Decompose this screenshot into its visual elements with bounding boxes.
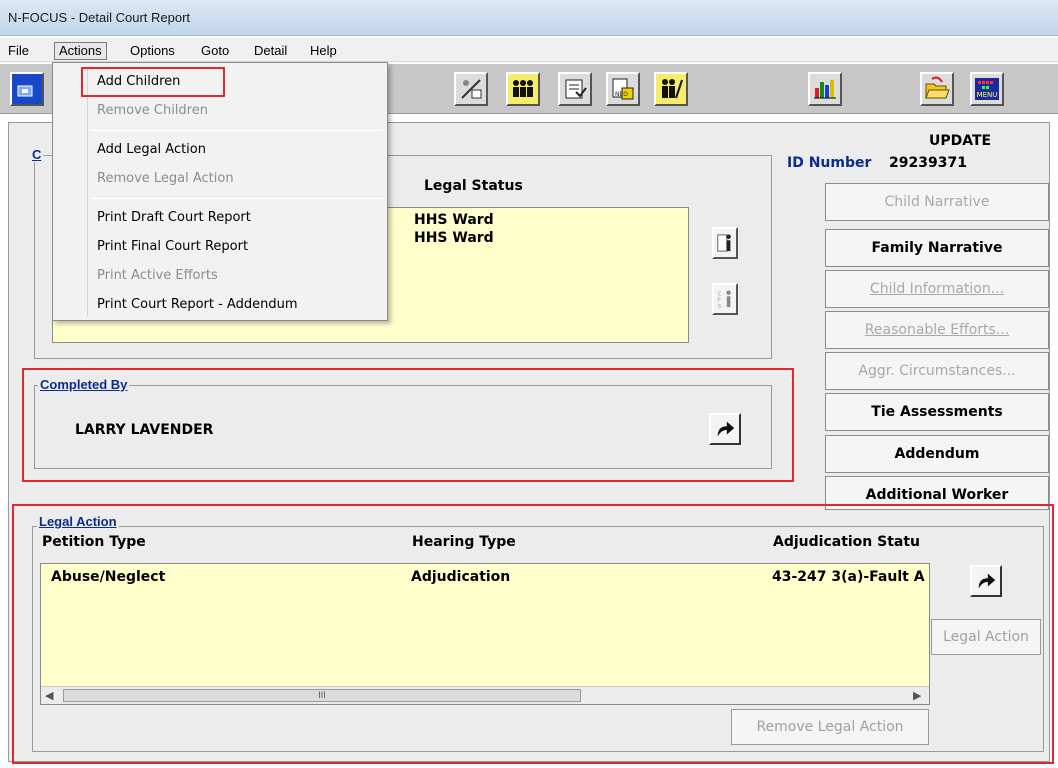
tools-icon[interactable] (454, 72, 488, 106)
menu-bar: File Actions Options Goto Detail Help (0, 38, 1058, 62)
menu-item-print-draft-court-report[interactable]: Print Draft Court Report (97, 210, 251, 225)
person-info-button[interactable] (712, 227, 738, 259)
menu-separator (91, 198, 383, 199)
family-icon[interactable] (654, 72, 688, 106)
completed-by-name: LARRY LAVENDER (75, 422, 214, 438)
people-group-icon[interactable] (506, 72, 540, 106)
petition-type-header: Petition Type (42, 534, 146, 550)
adjudication-status-header: Adjudication Statu (773, 534, 921, 550)
scroll-thumb[interactable]: III (63, 689, 581, 702)
menu-detail[interactable]: Detail (250, 42, 291, 60)
id-number-label: ID Number (787, 155, 872, 171)
menu-item-print-active-efforts[interactable]: Print Active Efforts (97, 268, 218, 283)
curved-arrow-icon (978, 573, 996, 589)
menu-item-add-legal-action[interactable]: Add Legal Action (97, 142, 206, 157)
svg-text:C: C (718, 291, 722, 297)
open-folder-icon[interactable] (920, 72, 954, 106)
addendum-button[interactable]: Addendum (825, 435, 1049, 473)
menu-goto[interactable]: Goto (197, 42, 233, 60)
additional-worker-button[interactable]: Additional Worker (825, 476, 1049, 510)
menu-help[interactable]: Help (306, 42, 341, 60)
legal-action-button[interactable]: Legal Action (931, 619, 1041, 655)
mode-label: UPDATE (929, 133, 992, 149)
child-row-legal-status: HHS Ward (414, 230, 494, 246)
menu-file[interactable]: File (4, 42, 33, 60)
horizontal-scrollbar[interactable]: ◀ III ▶ (41, 686, 929, 704)
hearing-type-header: Hearing Type (412, 534, 516, 550)
menu-item-remove-children[interactable]: Remove Children (97, 103, 208, 118)
id-number-value: 29239371 (889, 155, 967, 171)
aggr-circumstances-button[interactable]: Aggr. Circumstances... (825, 352, 1049, 390)
tie-assessments-button[interactable]: Tie Assessments (825, 393, 1049, 431)
completed-by-arrow-button[interactable] (709, 413, 741, 445)
family-narrative-button[interactable]: Family Narrative (825, 229, 1049, 267)
adjudication-status-cell: 43-247 3(a)-Fault A (772, 569, 925, 585)
menu-gutter (87, 67, 88, 317)
neo-info-icon[interactable]: NEO (606, 72, 640, 106)
menu-item-remove-legal-action[interactable]: Remove Legal Action (97, 171, 234, 186)
remove-legal-action-button[interactable]: Remove Legal Action (731, 709, 929, 745)
menu-icon[interactable]: MENU (970, 72, 1004, 106)
svg-text:F: F (718, 298, 721, 304)
child-row-legal-status: HHS Ward (414, 212, 494, 228)
cfs-info-icon: CFS (718, 290, 731, 310)
curved-arrow-icon (717, 421, 735, 437)
children-group-legend: C (30, 147, 44, 162)
legal-action-list[interactable]: Abuse/Neglect Adjudication 43-247 3(a)-F… (40, 563, 930, 705)
menu-actions[interactable]: Actions (54, 42, 107, 60)
cfs-info-button[interactable]: CFS (712, 283, 738, 315)
menu-item-print-court-report-addendum[interactable]: Print Court Report - Addendum (97, 297, 298, 312)
checklist-icon[interactable] (558, 72, 592, 106)
completed-by-legend: Completed By (38, 377, 130, 392)
child-narrative-button[interactable]: Child Narrative (825, 183, 1049, 221)
person-info-icon (717, 234, 731, 252)
menu-options[interactable]: Options (126, 42, 179, 60)
menu-separator (91, 130, 383, 131)
hearing-type-cell: Adjudication (411, 569, 511, 585)
legal-action-legend: Legal Action (37, 514, 119, 529)
svg-text:NEO: NEO (615, 91, 628, 98)
petition-type-cell: Abuse/Neglect (51, 569, 166, 585)
menu-item-print-final-court-report[interactable]: Print Final Court Report (97, 239, 248, 254)
menu-item-add-children[interactable]: Add Children (97, 74, 180, 89)
child-information-button[interactable]: Child Information... (825, 270, 1049, 308)
table-row[interactable]: Abuse/Neglect Adjudication 43-247 3(a)-F… (41, 564, 929, 684)
svg-text:S: S (718, 304, 722, 310)
window-title: N-FOCUS - Detail Court Report (8, 10, 191, 25)
window-icon[interactable] (10, 72, 44, 106)
menu-icon-label: MENU (977, 91, 998, 99)
bar-chart-icon[interactable] (808, 72, 842, 106)
legal-status-header: Legal Status (424, 178, 523, 194)
title-bar: N-FOCUS - Detail Court Report (0, 0, 1058, 36)
actions-dropdown-menu: Add Children Remove Children Add Legal A… (52, 62, 388, 321)
scroll-left-icon[interactable]: ◀ (45, 689, 53, 702)
reasonable-efforts-button[interactable]: Reasonable Efforts... (825, 311, 1049, 349)
legal-action-arrow-button[interactable] (970, 565, 1002, 597)
scroll-right-icon[interactable]: ▶ (913, 689, 921, 702)
